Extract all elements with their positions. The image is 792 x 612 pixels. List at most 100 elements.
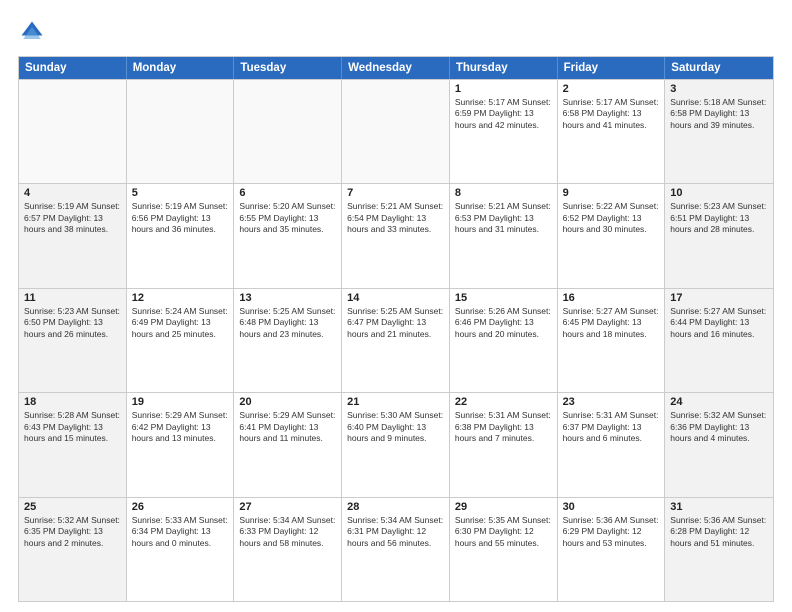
day-info: Sunrise: 5:31 AM Sunset: 6:37 PM Dayligh… [563,410,660,444]
day-number: 25 [24,501,121,513]
day-cell-18: 18 Sunrise: 5:28 AM Sunset: 6:43 PM Dayli… [19,393,127,496]
day-number: 20 [239,396,336,408]
day-info: Sunrise: 5:30 AM Sunset: 6:40 PM Dayligh… [347,410,444,444]
day-info: Sunrise: 5:19 AM Sunset: 6:56 PM Dayligh… [132,201,229,235]
calendar-row-4: 25 Sunrise: 5:32 AM Sunset: 6:35 PM Dayli… [19,497,773,601]
day-cell-16: 16 Sunrise: 5:27 AM Sunset: 6:45 PM Dayli… [558,289,666,392]
day-number: 11 [24,292,121,304]
day-cell-3: 3 Sunrise: 5:18 AM Sunset: 6:58 PM Daylig… [665,80,773,183]
day-number: 15 [455,292,552,304]
day-cell-11: 11 Sunrise: 5:23 AM Sunset: 6:50 PM Dayli… [19,289,127,392]
day-info: Sunrise: 5:32 AM Sunset: 6:35 PM Dayligh… [24,515,121,549]
weekday-header-saturday: Saturday [665,57,773,79]
day-number: 21 [347,396,444,408]
day-info: Sunrise: 5:23 AM Sunset: 6:50 PM Dayligh… [24,306,121,340]
day-cell-31: 31Sunrise: 5:36 AM Sunset: 6:28 PM Dayli… [665,498,773,601]
day-number: 28 [347,501,444,513]
day-info: Sunrise: 5:25 AM Sunset: 6:48 PM Dayligh… [239,306,336,340]
day-number: 19 [132,396,229,408]
day-cell-8: 8Sunrise: 5:21 AM Sunset: 6:53 PM Daylig… [450,184,558,287]
day-number: 12 [132,292,229,304]
weekday-header-sunday: Sunday [19,57,127,79]
weekday-header-monday: Monday [127,57,235,79]
empty-cell-0-1 [127,80,235,183]
day-cell-25: 25 Sunrise: 5:32 AM Sunset: 6:35 PM Dayli… [19,498,127,601]
day-cell-24: 24 Sunrise: 5:32 AM Sunset: 6:36 PM Dayli… [665,393,773,496]
day-cell-28: 28 Sunrise: 5:34 AM Sunset: 6:31 PM Dayli… [342,498,450,601]
day-cell-23: 23 Sunrise: 5:31 AM Sunset: 6:37 PM Dayli… [558,393,666,496]
day-info: Sunrise: 5:34 AM Sunset: 6:31 PM Dayligh… [347,515,444,549]
day-number: 22 [455,396,552,408]
calendar-body: 1 Sunrise: 5:17 AM Sunset: 6:59 PM Daylig… [19,79,773,601]
day-info: Sunrise: 5:25 AM Sunset: 6:47 PM Dayligh… [347,306,444,340]
page: SundayMondayTuesdayWednesdayThursdayFrid… [0,0,792,612]
day-cell-30: 30Sunrise: 5:36 AM Sunset: 6:29 PM Dayli… [558,498,666,601]
day-number: 17 [670,292,768,304]
day-cell-5: 5 Sunrise: 5:19 AM Sunset: 6:56 PM Daylig… [127,184,235,287]
day-number: 24 [670,396,768,408]
day-cell-22: 22 Sunrise: 5:31 AM Sunset: 6:38 PM Dayli… [450,393,558,496]
day-number: 4 [24,187,121,199]
day-cell-17: 17 Sunrise: 5:27 AM Sunset: 6:44 PM Dayli… [665,289,773,392]
day-info: Sunrise: 5:32 AM Sunset: 6:36 PM Dayligh… [670,410,768,444]
day-number: 8 [455,187,552,199]
day-info: Sunrise: 5:29 AM Sunset: 6:42 PM Dayligh… [132,410,229,444]
day-info: Sunrise: 5:17 AM Sunset: 6:58 PM Dayligh… [563,97,660,131]
weekday-header-tuesday: Tuesday [234,57,342,79]
day-info: Sunrise: 5:28 AM Sunset: 6:43 PM Dayligh… [24,410,121,444]
day-info: Sunrise: 5:34 AM Sunset: 6:33 PM Dayligh… [239,515,336,549]
weekday-header-wednesday: Wednesday [342,57,450,79]
empty-cell-0-2 [234,80,342,183]
day-info: Sunrise: 5:21 AM Sunset: 6:54 PM Dayligh… [347,201,444,235]
day-number: 29 [455,501,552,513]
day-info: Sunrise: 5:27 AM Sunset: 6:44 PM Dayligh… [670,306,768,340]
day-cell-1: 1 Sunrise: 5:17 AM Sunset: 6:59 PM Daylig… [450,80,558,183]
day-info: Sunrise: 5:35 AM Sunset: 6:30 PM Dayligh… [455,515,552,549]
day-cell-29: 29 Sunrise: 5:35 AM Sunset: 6:30 PM Dayli… [450,498,558,601]
day-info: Sunrise: 5:23 AM Sunset: 6:51 PM Dayligh… [670,201,768,235]
day-info: Sunrise: 5:18 AM Sunset: 6:58 PM Dayligh… [670,97,768,131]
day-number: 1 [455,83,552,95]
day-cell-7: 7 Sunrise: 5:21 AM Sunset: 6:54 PM Daylig… [342,184,450,287]
empty-cell-0-0 [19,80,127,183]
weekday-header-friday: Friday [558,57,666,79]
day-info: Sunrise: 5:22 AM Sunset: 6:52 PM Dayligh… [563,201,660,235]
day-number: 26 [132,501,229,513]
day-number: 7 [347,187,444,199]
calendar: SundayMondayTuesdayWednesdayThursdayFrid… [18,56,774,602]
day-cell-21: 21 Sunrise: 5:30 AM Sunset: 6:40 PM Dayli… [342,393,450,496]
day-cell-19: 19 Sunrise: 5:29 AM Sunset: 6:42 PM Dayli… [127,393,235,496]
day-cell-10: 10 Sunrise: 5:23 AM Sunset: 6:51 PM Dayli… [665,184,773,287]
day-number: 18 [24,396,121,408]
day-info: Sunrise: 5:27 AM Sunset: 6:45 PM Dayligh… [563,306,660,340]
day-number: 5 [132,187,229,199]
day-number: 10 [670,187,768,199]
calendar-row-2: 11 Sunrise: 5:23 AM Sunset: 6:50 PM Dayli… [19,288,773,392]
day-cell-27: 27 Sunrise: 5:34 AM Sunset: 6:33 PM Dayli… [234,498,342,601]
header [18,18,774,46]
day-cell-26: 26 Sunrise: 5:33 AM Sunset: 6:34 PM Dayli… [127,498,235,601]
day-cell-15: 15Sunrise: 5:26 AM Sunset: 6:46 PM Dayli… [450,289,558,392]
day-cell-2: 2Sunrise: 5:17 AM Sunset: 6:58 PM Daylig… [558,80,666,183]
day-number: 6 [239,187,336,199]
day-number: 27 [239,501,336,513]
day-number: 23 [563,396,660,408]
logo [18,18,50,46]
day-number: 30 [563,501,660,513]
day-number: 3 [670,83,768,95]
day-number: 13 [239,292,336,304]
day-number: 16 [563,292,660,304]
day-info: Sunrise: 5:33 AM Sunset: 6:34 PM Dayligh… [132,515,229,549]
day-info: Sunrise: 5:24 AM Sunset: 6:49 PM Dayligh… [132,306,229,340]
day-number: 14 [347,292,444,304]
day-info: Sunrise: 5:19 AM Sunset: 6:57 PM Dayligh… [24,201,121,235]
day-cell-6: 6Sunrise: 5:20 AM Sunset: 6:55 PM Daylig… [234,184,342,287]
day-cell-4: 4 Sunrise: 5:19 AM Sunset: 6:57 PM Daylig… [19,184,127,287]
day-cell-20: 20 Sunrise: 5:29 AM Sunset: 6:41 PM Dayli… [234,393,342,496]
day-info: Sunrise: 5:31 AM Sunset: 6:38 PM Dayligh… [455,410,552,444]
calendar-header: SundayMondayTuesdayWednesdayThursdayFrid… [19,57,773,79]
day-info: Sunrise: 5:17 AM Sunset: 6:59 PM Dayligh… [455,97,552,131]
day-info: Sunrise: 5:36 AM Sunset: 6:28 PM Dayligh… [670,515,768,549]
day-info: Sunrise: 5:29 AM Sunset: 6:41 PM Dayligh… [239,410,336,444]
day-cell-14: 14 Sunrise: 5:25 AM Sunset: 6:47 PM Dayli… [342,289,450,392]
